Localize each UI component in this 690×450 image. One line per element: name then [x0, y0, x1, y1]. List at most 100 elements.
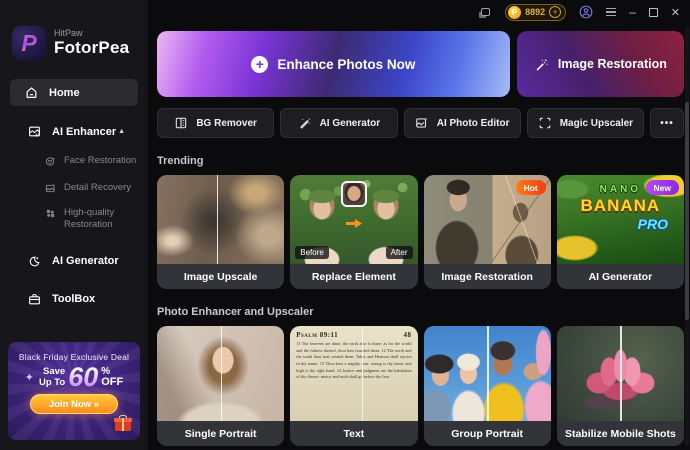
magic-upscaler-button[interactable]: Magic Upscaler	[526, 108, 644, 138]
psalm-body-text: 11 The heavens are thine, the earth also…	[296, 341, 412, 380]
stabilize-thumbnail	[556, 326, 684, 421]
card-group-portrait[interactable]: Group Portrait	[423, 326, 551, 446]
close-icon[interactable]: ✕	[671, 6, 680, 19]
ai-generator-tool-label: AI Generator	[319, 117, 381, 129]
brand-hitpaw: HitPaw	[54, 28, 83, 38]
enhance-photos-now-button[interactable]: + Enhance Photos Now	[157, 31, 510, 97]
before-tag: Before	[295, 246, 329, 259]
magic-wand-icon	[534, 57, 549, 72]
card-label: Single Portrait	[157, 421, 285, 446]
card-image-upscale[interactable]: Image Upscale	[157, 175, 285, 289]
single-portrait-thumbnail	[157, 326, 285, 421]
sidebar-item-ai-generator[interactable]: AI Generator	[0, 255, 148, 268]
card-label: Image Restoration	[423, 264, 551, 289]
menu-icon[interactable]	[606, 7, 617, 17]
card-label: Text	[290, 421, 418, 446]
credits-count: 8892	[525, 7, 546, 17]
bg-remover-button[interactable]: BG Remover	[157, 108, 275, 138]
replace-element-thumbnail: Before After	[290, 175, 418, 264]
face-restoration-icon	[45, 156, 56, 167]
more-tools-button[interactable]: •••	[650, 108, 684, 138]
card-label: AI Generator	[556, 264, 684, 289]
after-tag: After	[385, 246, 413, 259]
bg-remover-label: BG Remover	[196, 117, 257, 129]
image-restoration-button[interactable]: Image Restoration	[516, 31, 684, 97]
image-upscale-thumbnail	[157, 175, 285, 264]
ai-enhancer-icon: AI	[28, 125, 41, 138]
titlebar: P 8892 + – ✕	[148, 0, 690, 24]
minimize-icon[interactable]: –	[629, 5, 636, 19]
toolbox-icon	[28, 293, 41, 306]
psalm-heading: Psalm 89:11	[296, 331, 339, 339]
join-now-button[interactable]: Join Now »	[30, 394, 118, 415]
ai-photo-editor-button[interactable]: AI Photo Editor	[403, 108, 521, 138]
banana-text: BANANA	[580, 196, 661, 215]
fotorpea-logo-icon: P	[12, 26, 46, 60]
ai-generator-button[interactable]: AI Generator	[280, 108, 398, 138]
trending-section-title: Trending	[157, 155, 204, 167]
trending-cards: Image Upscale Before After Replace Eleme…	[157, 175, 684, 289]
black-friday-banner[interactable]: Black Friday Exclusive Deal ✦ Save Up To…	[8, 342, 140, 440]
promo-off-word: OFF	[101, 375, 124, 388]
before-after-divider	[487, 326, 489, 421]
new-badge: New	[645, 180, 679, 195]
ai-photo-editor-label: AI Photo Editor	[436, 117, 510, 129]
card-replace-element[interactable]: Before After Replace Element	[290, 175, 418, 289]
promo-save-word: Save	[43, 365, 66, 377]
maximize-icon[interactable]	[648, 7, 658, 17]
gallery-icon[interactable]	[481, 8, 492, 16]
svg-text:AI: AI	[35, 132, 39, 137]
scrollbar-thumb[interactable]	[685, 102, 689, 320]
photo-editor-icon	[415, 116, 429, 130]
card-label: Group Portrait	[423, 421, 551, 446]
promo-percent: 60	[68, 362, 99, 392]
card-text[interactable]: Psalm 89:11 48 11 The heavens are thine,…	[290, 326, 418, 446]
main-area: P 8892 + – ✕ + Enhance Photos Now Image …	[148, 0, 690, 450]
bg-remover-icon	[174, 116, 188, 130]
detail-recovery-icon	[45, 183, 56, 194]
toolbox-label: ToolBox	[52, 293, 96, 306]
sidebar: P HitPaw FotorPea Home AI AI Enhancer ▲ …	[0, 0, 148, 450]
ai-generator-nav-label: AI Generator	[52, 255, 119, 268]
promo-title: Black Friday Exclusive Deal	[18, 352, 130, 362]
ai-generator-icon	[28, 255, 41, 268]
card-label: Replace Element	[290, 264, 418, 289]
before-after-divider	[216, 175, 219, 264]
quick-tools-row: BG Remover AI Generator AI Photo Editor …	[157, 108, 684, 138]
add-credits-icon[interactable]: +	[549, 6, 562, 18]
brand-fotorpea: FotorPea	[54, 38, 130, 57]
sidebar-item-high-quality-restoration[interactable]: High-quality Restoration	[0, 207, 148, 231]
reference-photo-inset	[340, 181, 367, 207]
before-after-divider	[620, 326, 622, 421]
enhancer-section-title: Photo Enhancer and Upscaler	[157, 306, 314, 318]
card-image-restoration[interactable]: Hot Image Restoration	[423, 175, 551, 289]
promo-upto-word: Up To	[38, 377, 66, 389]
card-ai-generator[interactable]: New NANO BANANA PRO AI Generator	[556, 175, 684, 289]
chevron-up-icon[interactable]: ▲	[118, 128, 125, 135]
enhancer-cards: Single Portrait Psalm 89:11 48 11 The he…	[157, 326, 684, 446]
credits-badge[interactable]: P 8892 +	[505, 3, 567, 21]
arrow-right-icon	[345, 216, 362, 234]
sidebar-item-toolbox[interactable]: ToolBox	[0, 293, 148, 306]
nano-text: NANO	[599, 184, 642, 195]
card-single-portrait[interactable]: Single Portrait	[157, 326, 285, 446]
account-avatar-icon[interactable]	[579, 5, 593, 19]
face-restoration-label: Face Restoration	[64, 155, 137, 166]
pro-text: PRO	[637, 216, 668, 232]
before-after-divider	[361, 326, 363, 421]
card-label: Stabilize Mobile Shots	[556, 421, 684, 446]
sparkle-icon: ✦	[24, 371, 34, 384]
sidebar-item-home[interactable]: Home	[10, 79, 138, 106]
content: + Enhance Photos Now Image Restoration B…	[148, 24, 690, 446]
detail-recovery-label: Detail Recovery	[64, 182, 132, 193]
upscale-brackets-icon	[538, 116, 552, 130]
card-stabilize-mobile-shots[interactable]: Stabilize Mobile Shots	[556, 326, 684, 446]
sidebar-item-face-restoration[interactable]: Face Restoration	[0, 155, 148, 167]
plus-icon: +	[251, 55, 269, 73]
sidebar-item-detail-recovery[interactable]: Detail Recovery	[0, 182, 148, 194]
sidebar-item-ai-enhancer[interactable]: AI AI Enhancer ▲	[0, 125, 148, 138]
ai-enhancer-label: AI Enhancer	[52, 125, 117, 138]
enhance-photos-now-label: Enhance Photos Now	[277, 56, 416, 72]
hot-badge: Hot	[515, 180, 546, 195]
magic-upscaler-label: Magic Upscaler	[559, 117, 634, 129]
